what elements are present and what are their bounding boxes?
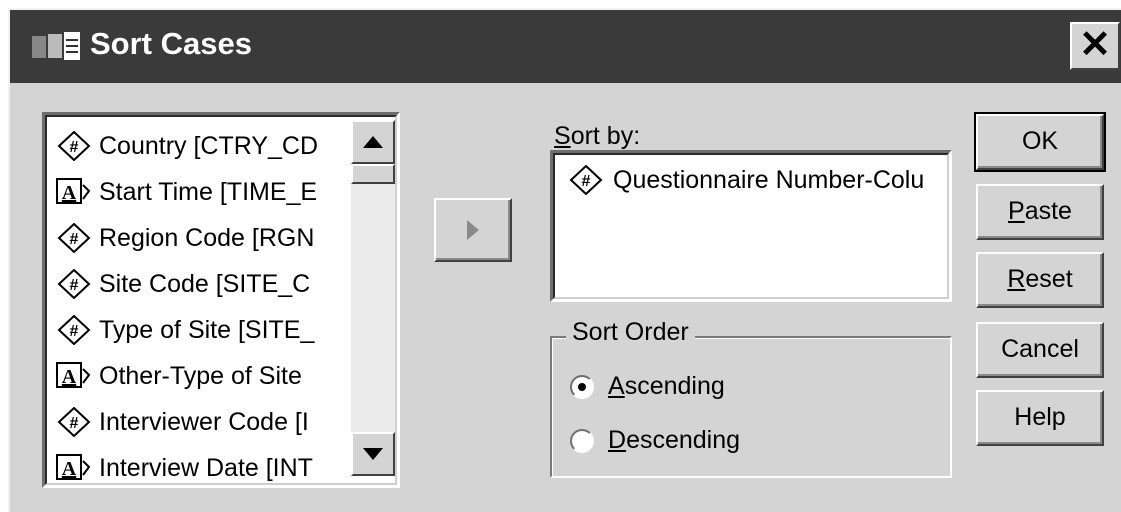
svg-text:#: # [70, 139, 79, 156]
numeric-variable-icon: # [569, 165, 603, 195]
svg-text:#: # [582, 173, 591, 190]
svg-text:#: # [70, 231, 79, 248]
descending-radio[interactable] [570, 428, 594, 453]
descending-option[interactable]: Descending [570, 426, 740, 455]
svg-text:#: # [70, 277, 79, 294]
sort-by-item[interactable]: # Questionnaire Number-Colu [565, 165, 945, 195]
sort-order-group: Sort Order Ascending Descending [550, 318, 952, 478]
title-bar: Sort Cases ✕ [10, 10, 1121, 83]
close-icon: ✕ [1079, 24, 1111, 66]
paste-button[interactable]: Paste [976, 184, 1104, 240]
variable-list-scrollbar[interactable] [351, 120, 395, 476]
cancel-button[interactable]: Cancel [976, 322, 1104, 378]
variable-label: Interview Date [INT [99, 453, 313, 482]
help-button[interactable]: Help [976, 390, 1104, 446]
string-variable-icon: A [56, 362, 91, 388]
svg-text:A: A [62, 182, 77, 204]
scroll-up-button[interactable] [351, 120, 395, 164]
sort-cases-dialog: Sort Cases ✕ # Country [CTRY_CD A Start Tim… [8, 8, 1121, 512]
variable-list-item[interactable]: # Site Code [SITE_C [53, 261, 353, 307]
move-to-sort-by-button[interactable] [434, 198, 512, 262]
variable-list-item[interactable]: # Interviewer Code [I [53, 399, 353, 445]
variable-label: Start Time [TIME_E [99, 177, 318, 206]
arrow-down-icon [363, 448, 383, 460]
variable-list-item[interactable]: # Type of Site [SITE_ [53, 307, 353, 353]
sort-order-title: Sort Order [566, 318, 695, 347]
reset-button[interactable]: Reset [976, 252, 1104, 308]
variable-list-item[interactable]: A Interview Date [INT [53, 445, 353, 491]
variable-list-items: # Country [CTRY_CD A Start Time [TIME_E # Reg… [53, 123, 353, 491]
svg-text:#: # [70, 415, 79, 432]
sort-by-label: Sort by: [554, 122, 641, 150]
variable-list-item[interactable]: # Region Code [RGN [53, 215, 353, 261]
variable-label: Region Code [RGN [99, 223, 315, 252]
close-button[interactable]: ✕ [1070, 22, 1120, 70]
variable-label: Type of Site [SITE_ [99, 315, 315, 344]
variable-list-item[interactable]: A Other-Type of Site [53, 353, 353, 399]
numeric-variable-icon: # [57, 315, 91, 345]
variable-list-item[interactable]: A Start Time [TIME_E [53, 169, 353, 215]
variable-label: Other-Type of Site [99, 361, 302, 390]
variable-label: Country [CTRY_CD [99, 131, 319, 160]
numeric-variable-icon: # [57, 223, 91, 253]
string-variable-icon: A [56, 454, 91, 480]
svg-text:#: # [70, 323, 79, 340]
dialog-title: Sort Cases [90, 26, 252, 61]
numeric-variable-icon: # [57, 131, 91, 161]
ascending-option[interactable]: Ascending [570, 372, 725, 401]
ok-button[interactable]: OK [974, 112, 1106, 172]
variable-label: Site Code [SITE_C [99, 269, 311, 298]
variable-list-item[interactable]: # Country [CTRY_CD [53, 123, 353, 169]
arrow-right-icon [467, 220, 479, 240]
arrow-up-icon [363, 136, 383, 148]
string-variable-icon: A [56, 178, 91, 204]
variable-list[interactable]: # Country [CTRY_CD A Start Time [TIME_E # Reg… [42, 112, 400, 488]
variable-label: Interviewer Code [I [99, 407, 309, 436]
numeric-variable-icon: # [57, 407, 91, 437]
spss-app-icon [32, 32, 80, 60]
scroll-thumb[interactable] [351, 164, 395, 184]
scroll-down-button[interactable] [351, 432, 395, 476]
svg-text:A: A [62, 366, 77, 388]
sort-by-list[interactable]: # Questionnaire Number-Colu [550, 150, 952, 302]
svg-text:A: A [62, 458, 77, 480]
numeric-variable-icon: # [57, 269, 91, 299]
ascending-radio[interactable] [570, 374, 594, 399]
